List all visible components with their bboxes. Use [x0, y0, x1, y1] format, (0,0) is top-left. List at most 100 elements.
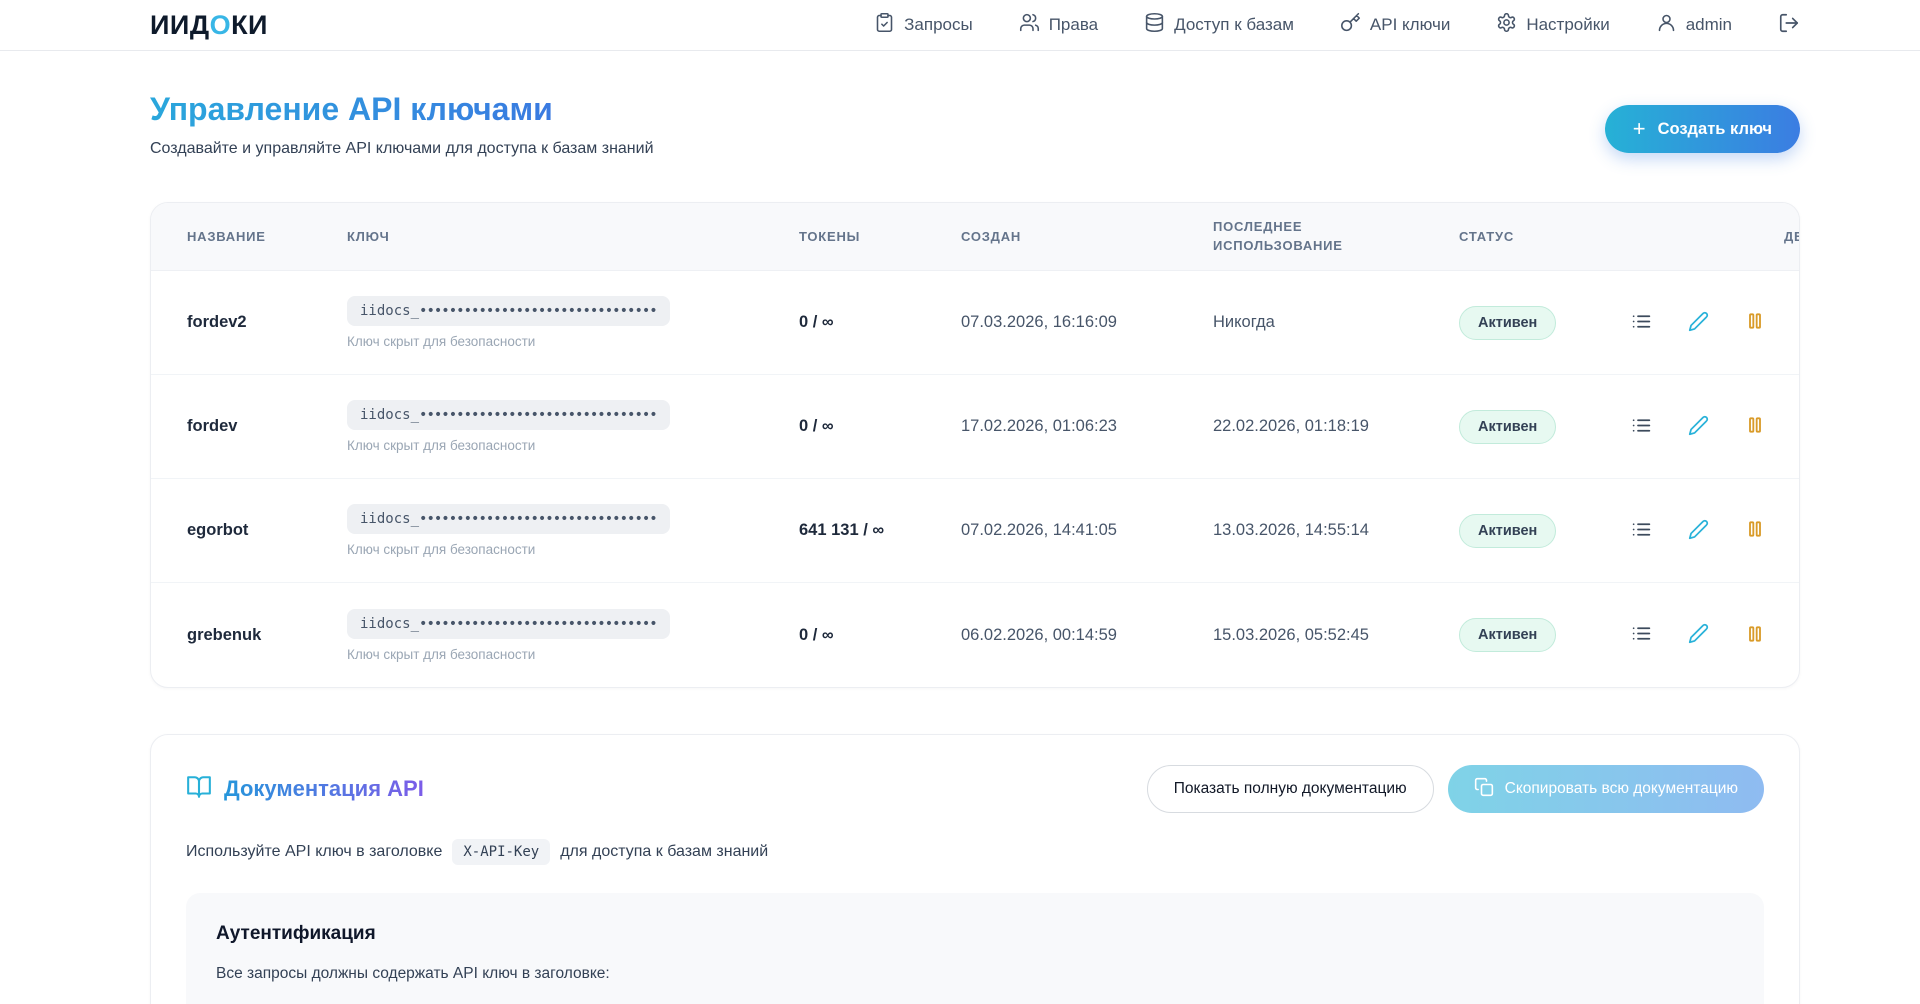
key-name: fordev	[187, 417, 347, 436]
details-list-button[interactable]	[1631, 519, 1652, 543]
pause-button[interactable]	[1745, 415, 1765, 438]
key-icon	[1340, 12, 1361, 38]
api-keys-table: НАЗВАНИЕ КЛЮЧ ТОКЕНЫ СОЗДАН ПОСЛЕДНЕЕ ИС…	[150, 202, 1800, 688]
pencil-icon	[1688, 623, 1709, 647]
api-usage-hint: Используйте API ключ в заголовке X-API-K…	[186, 839, 1764, 865]
brand-logo: ИИДОКИ	[150, 10, 268, 41]
key-hidden-note: Ключ скрыт для безопасности	[347, 334, 799, 349]
col-header-actions: ДЕЙСТВИЯ	[1631, 229, 1800, 244]
nav-username: admin	[1686, 15, 1732, 35]
details-list-button[interactable]	[1631, 623, 1652, 647]
nav-user-admin[interactable]: admin	[1656, 12, 1732, 38]
pencil-icon	[1688, 311, 1709, 335]
auth-section: Аутентификация Все запросы должны содерж…	[186, 893, 1764, 1004]
status-badge: Активен	[1459, 618, 1556, 652]
pencil-icon	[1688, 415, 1709, 439]
created-value: 17.02.2026, 01:06:23	[961, 417, 1213, 436]
col-header-last-used: ПОСЛЕДНЕЕ ИСПОЛЬЗОВАНИЕ	[1213, 218, 1383, 256]
masked-key: iidocs_••••••••••••••••••••••••••••••••	[347, 504, 670, 534]
nav-label: Запросы	[904, 15, 973, 35]
table-row: egorbot iidocs_•••••••••••••••••••••••••…	[151, 479, 1799, 583]
auth-title: Аутентификация	[216, 923, 1734, 945]
pause-button[interactable]	[1745, 311, 1765, 334]
copy-all-docs-button[interactable]: Скопировать всю документацию	[1448, 765, 1764, 813]
key-name: egorbot	[187, 521, 347, 540]
status-badge: Активен	[1459, 410, 1556, 444]
create-key-button[interactable]: + Создать ключ	[1605, 105, 1800, 153]
col-header-key: КЛЮЧ	[347, 229, 799, 244]
key-hidden-note: Ключ скрыт для безопасности	[347, 647, 799, 662]
auth-description: Все запросы должны содержать API ключ в …	[216, 965, 1734, 983]
status-badge: Активен	[1459, 514, 1556, 548]
tokens-value: 641 131 / ∞	[799, 521, 961, 540]
nav-item-rights[interactable]: Права	[1019, 12, 1098, 38]
pause-icon	[1745, 311, 1765, 334]
docs-title: Документация API	[224, 776, 424, 802]
nav-item-database-access[interactable]: Доступ к базам	[1144, 12, 1294, 38]
nav-item-requests[interactable]: Запросы	[874, 12, 973, 38]
key-hidden-note: Ключ скрыт для безопасности	[347, 542, 799, 557]
plus-icon: +	[1633, 118, 1646, 140]
logout-icon	[1778, 12, 1800, 39]
pause-icon	[1745, 415, 1765, 438]
key-name: grebenuk	[187, 626, 347, 645]
usage-text-pre: Используйте API ключ в заголовке	[186, 843, 442, 861]
status-badge: Активен	[1459, 306, 1556, 340]
details-list-button[interactable]	[1631, 311, 1652, 335]
book-open-icon	[186, 774, 212, 805]
last-used-value: 13.03.2026, 14:55:14	[1213, 521, 1459, 540]
create-key-label: Создать ключ	[1658, 120, 1772, 139]
masked-key: iidocs_••••••••••••••••••••••••••••••••	[347, 400, 670, 430]
nav-item-settings[interactable]: Настройки	[1496, 12, 1609, 38]
masked-key: iidocs_••••••••••••••••••••••••••••••••	[347, 296, 670, 326]
col-header-status: СТАТУС	[1459, 229, 1631, 244]
nav-label: Права	[1049, 15, 1098, 35]
tokens-value: 0 / ∞	[799, 417, 961, 436]
pause-icon	[1745, 624, 1765, 647]
edit-button[interactable]	[1688, 415, 1709, 439]
col-header-name: НАЗВАНИЕ	[187, 229, 347, 244]
copy-all-docs-label: Скопировать всю документацию	[1505, 780, 1738, 798]
created-value: 06.02.2026, 00:14:59	[961, 626, 1213, 645]
table-header-row: НАЗВАНИЕ КЛЮЧ ТОКЕНЫ СОЗДАН ПОСЛЕДНЕЕ ИС…	[151, 203, 1799, 271]
x-api-key-chip: X-API-Key	[452, 839, 550, 865]
list-icon	[1631, 311, 1652, 335]
created-value: 07.02.2026, 14:41:05	[961, 521, 1213, 540]
edit-button[interactable]	[1688, 311, 1709, 335]
edit-button[interactable]	[1688, 519, 1709, 543]
pencil-icon	[1688, 519, 1709, 543]
copy-icon	[1474, 777, 1494, 802]
user-icon	[1656, 12, 1677, 38]
database-icon	[1144, 12, 1165, 38]
last-used-value: 15.03.2026, 05:52:45	[1213, 626, 1459, 645]
tokens-value: 0 / ∞	[799, 626, 961, 645]
users-icon	[1019, 12, 1040, 38]
last-used-value: Никогда	[1213, 313, 1459, 332]
table-row: fordev2 iidocs_•••••••••••••••••••••••••…	[151, 271, 1799, 375]
pause-button[interactable]	[1745, 519, 1765, 542]
usage-text-post: для доступа к базам знаний	[560, 843, 768, 861]
edit-button[interactable]	[1688, 623, 1709, 647]
nav-label: Настройки	[1526, 15, 1609, 35]
clipboard-check-icon	[874, 12, 895, 38]
nav-label: Доступ к базам	[1174, 15, 1294, 35]
key-hidden-note: Ключ скрыт для безопасности	[347, 438, 799, 453]
list-icon	[1631, 623, 1652, 647]
pause-button[interactable]	[1745, 624, 1765, 647]
page-subtitle: Создавайте и управляйте API ключами для …	[150, 140, 654, 158]
page-title: Управление API ключами	[150, 91, 654, 128]
top-navbar: ИИДОКИ Запросы Права Доступ к базам	[0, 0, 1920, 51]
created-value: 07.03.2026, 16:16:09	[961, 313, 1213, 332]
list-icon	[1631, 415, 1652, 439]
masked-key: iidocs_••••••••••••••••••••••••••••••••	[347, 609, 670, 639]
nav-item-api-keys[interactable]: API ключи	[1340, 12, 1450, 38]
logout-button[interactable]	[1778, 12, 1800, 39]
nav-label: API ключи	[1370, 15, 1450, 35]
details-list-button[interactable]	[1631, 415, 1652, 439]
api-docs-card: Документация API Показать полную докумен…	[150, 734, 1800, 1004]
table-row: grebenuk iidocs_••••••••••••••••••••••••…	[151, 583, 1799, 687]
col-header-created: СОЗДАН	[961, 229, 1213, 244]
show-full-docs-button[interactable]: Показать полную документацию	[1147, 765, 1434, 813]
table-row: fordev iidocs_••••••••••••••••••••••••••…	[151, 375, 1799, 479]
gear-icon	[1496, 12, 1517, 38]
